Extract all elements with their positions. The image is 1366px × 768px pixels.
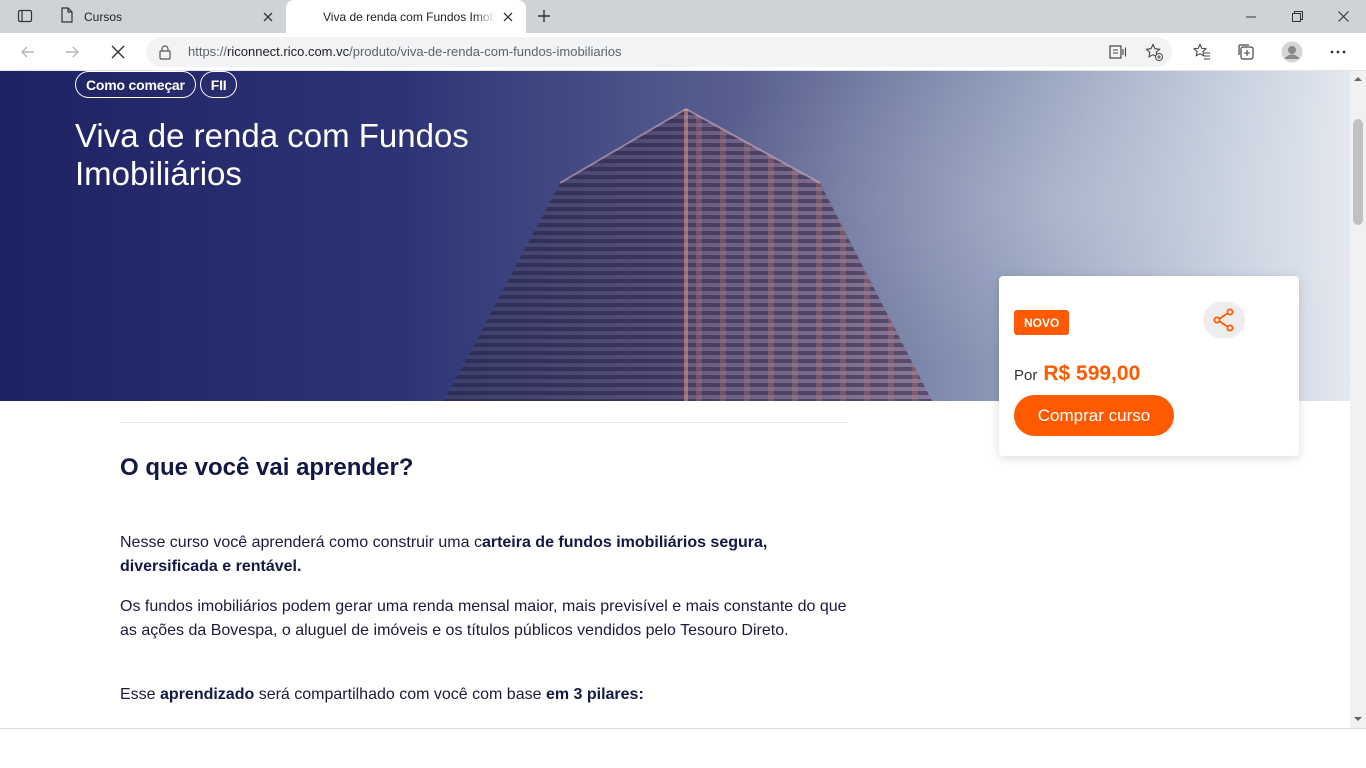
tab-title: Viva de renda com Fundos Imobiliários (323, 9, 495, 24)
url-bar[interactable]: https://riconnect.rico.com.vc/produto/vi… (146, 37, 1172, 67)
paragraph-benefits: Os fundos imobiliários podem gerar uma r… (120, 598, 847, 639)
tag-list: Como começar FII (75, 71, 238, 98)
share-icon (1213, 308, 1234, 332)
tab-strip: Cursos Viva de renda com Fundos Imobiliá… (0, 0, 1366, 33)
buy-course-button[interactable]: Comprar curso (1014, 395, 1174, 436)
paragraph-bold: em 3 pilares: (545, 686, 644, 703)
favorites-icon[interactable] (1187, 38, 1217, 66)
forward-button[interactable] (58, 38, 86, 66)
new-badge: NOVO (1014, 310, 1070, 335)
url-prefix: https:// (188, 44, 228, 59)
page-scrollbar[interactable] (1350, 71, 1366, 728)
purchase-card: NOVO Por R$ 599,00 Comprar curso (999, 276, 1299, 456)
tab-active[interactable]: Viva de renda com Fundos Imobiliários (286, 0, 526, 33)
restore-button[interactable] (1274, 0, 1320, 33)
back-button[interactable] (14, 38, 42, 66)
paragraph-text: Esse (120, 686, 161, 703)
more-options-icon[interactable] (1323, 38, 1353, 66)
address-toolbar: https://riconnect.rico.com.vc/produto/vi… (0, 33, 1366, 71)
tab-cursos[interactable]: Cursos (48, 0, 286, 33)
close-window-button[interactable] (1320, 0, 1366, 33)
price-value: R$ 599,00 (1043, 362, 1141, 385)
price-prefix: Por (1014, 367, 1038, 384)
scroll-up-icon[interactable] (1354, 75, 1362, 83)
profile-avatar[interactable] (1277, 38, 1307, 66)
price-row: Por R$ 599,00 (1014, 362, 1140, 386)
tab-title: Cursos (84, 9, 123, 24)
page-icon (60, 7, 74, 26)
bottom-bar (0, 728, 1366, 768)
stop-loading-button[interactable] (104, 38, 132, 66)
url-host: riconnect.rico.com.vc (227, 44, 350, 59)
close-icon[interactable] (500, 9, 516, 25)
scroll-down-icon[interactable] (1354, 715, 1362, 723)
paragraph-intro: Nesse curso você aprenderá como construi… (120, 531, 850, 579)
page-title: Viva de renda com Fundos Imobiliários (75, 117, 469, 192)
minimize-button[interactable] (1228, 0, 1274, 33)
page-viewport: Como começar FII Viva de renda com Fundo… (0, 71, 1350, 728)
divider (120, 422, 848, 423)
share-button[interactable] (1203, 302, 1245, 338)
paragraph-text: Nesse curso você aprenderá como construi… (120, 534, 482, 551)
new-tab-button[interactable] (533, 5, 555, 27)
close-icon[interactable] (260, 9, 276, 25)
paragraph-pillars: Esse aprendizado será compartilhado com … (120, 683, 850, 707)
url-path: /produto/viva-de-renda-com-fundos-imobil… (349, 44, 622, 59)
tag-fii[interactable]: FII (199, 71, 238, 98)
add-favorite-icon[interactable] (1144, 42, 1164, 62)
section-title: O que você vai aprender? (120, 454, 414, 481)
scroll-thumb[interactable] (1353, 119, 1363, 225)
tag-como-comecar[interactable]: Como começar (75, 71, 196, 98)
paragraph-bold: aprendizado (160, 686, 255, 703)
read-aloud-icon[interactable] (1108, 42, 1128, 62)
url-text[interactable]: https://riconnect.rico.com.vc/produto/vi… (188, 44, 622, 59)
lock-icon[interactable] (158, 44, 172, 65)
paragraph-text: será compartilhado com você com base (254, 686, 546, 703)
collections-icon[interactable] (1231, 38, 1261, 66)
tab-actions-icon[interactable] (8, 5, 42, 27)
